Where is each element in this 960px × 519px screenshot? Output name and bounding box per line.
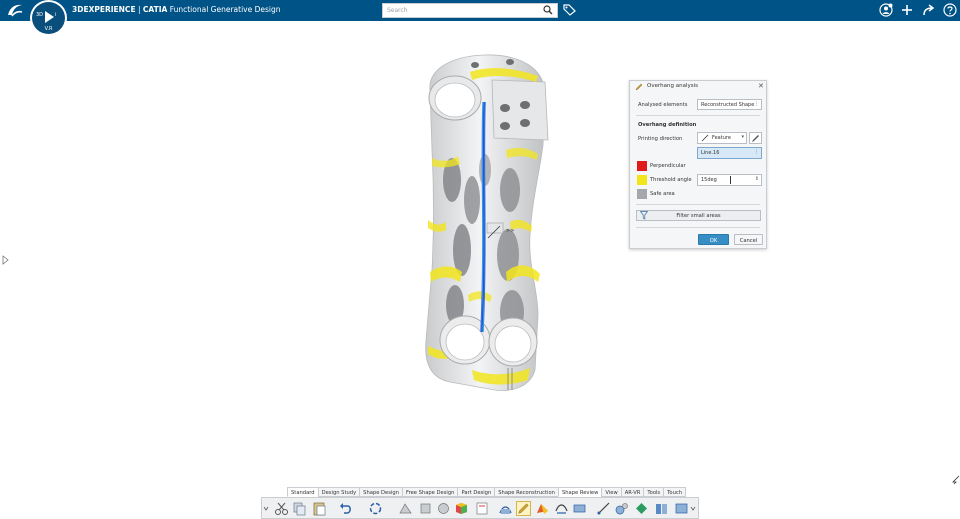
- 3d-model-viewport[interactable]: >>: [410, 50, 560, 395]
- printing-direction-value: Line.16: [701, 150, 720, 156]
- manipulator-handle-label[interactable]: >>: [506, 228, 514, 234]
- search-icon[interactable]: [543, 5, 553, 15]
- overhang-analysis-dialog: Overhang analysis ✕ Analysed elements Re…: [629, 80, 767, 249]
- user-icon[interactable]: [879, 3, 893, 17]
- separator: [636, 204, 760, 205]
- connect-checker-icon[interactable]: [498, 501, 513, 516]
- cursor-icon: [952, 475, 960, 485]
- cancel-button[interactable]: Cancel: [734, 234, 763, 245]
- compass-info-label: i: [55, 12, 57, 18]
- analysed-elements-field[interactable]: Reconstructed Shape ⋮: [697, 99, 762, 110]
- close-icon[interactable]: ✕: [758, 82, 764, 90]
- tab-design-study[interactable]: Design Study: [317, 487, 361, 497]
- analysed-elements-value: Reconstructed Shape: [701, 102, 755, 108]
- more-options-icon[interactable]: ⋮: [754, 149, 759, 155]
- separator: [636, 227, 760, 228]
- search-placeholder: Search: [387, 7, 408, 14]
- measure-icon[interactable]: [596, 501, 611, 516]
- overhang-analysis-tool-icon[interactable]: [516, 501, 531, 516]
- tab-shape-reconstruction[interactable]: Shape Reconstruction: [494, 487, 559, 497]
- more-options-icon[interactable]: ⋮: [754, 101, 759, 107]
- safe-area-label: Safe area: [650, 191, 675, 197]
- printing-direction-field[interactable]: Line.16 ⋮: [697, 147, 762, 159]
- plus-icon[interactable]: [900, 3, 914, 17]
- copy-icon[interactable]: [292, 501, 307, 516]
- product-name: CATIA: [142, 5, 168, 14]
- shape-review-tool-2-icon[interactable]: [418, 501, 433, 516]
- draft-analysis-icon[interactable]: [535, 501, 550, 516]
- ok-button[interactable]: OK: [698, 234, 729, 245]
- text-cursor: [730, 176, 731, 184]
- perpendicular-color-swatch[interactable]: [637, 161, 647, 171]
- curvature-analysis-icon[interactable]: [554, 501, 569, 516]
- tag-icon[interactable]: [563, 4, 576, 16]
- printing-direction-mode: Feature: [712, 135, 731, 141]
- tab-tools[interactable]: Tools: [643, 487, 665, 497]
- threshold-angle-label: Threshold angle: [650, 177, 692, 183]
- tab-part-design[interactable]: Part Design: [457, 487, 496, 497]
- play-icon[interactable]: [45, 11, 54, 23]
- analysed-elements-label: Analysed elements: [638, 102, 688, 108]
- title-separator: |: [135, 5, 143, 14]
- chevron-down-icon[interactable]: [690, 501, 696, 516]
- safe-area-color-swatch[interactable]: [637, 189, 647, 199]
- compass-version: V.R: [44, 26, 53, 32]
- paste-icon[interactable]: [312, 501, 327, 516]
- separator: [636, 115, 760, 116]
- search-input[interactable]: Search: [382, 3, 558, 18]
- tab-shape-design[interactable]: Shape Design: [359, 487, 403, 497]
- filter-icon: [640, 211, 648, 220]
- action-bar-tabs: Standard Design Study Shape Design Free …: [287, 487, 687, 497]
- help-icon[interactable]: [943, 3, 957, 17]
- filter-small-areas-button[interactable]: Filter small areas: [636, 210, 761, 221]
- chevron-down-icon: ▾: [741, 134, 744, 140]
- view-tool-icon[interactable]: [674, 501, 689, 516]
- tab-touch[interactable]: Touch: [663, 487, 687, 497]
- sketch-analysis-icon[interactable]: [634, 501, 649, 516]
- section-icon[interactable]: [654, 501, 669, 516]
- thickness-analysis-icon[interactable]: [572, 501, 587, 516]
- overhang-definition-heading: Overhang definition: [638, 122, 697, 128]
- overhang-analysis-icon: [635, 83, 643, 91]
- action-bar-toolbar: [261, 497, 699, 519]
- pick-direction-button[interactable]: [749, 132, 762, 144]
- spinner-icon[interactable]: ⇕: [755, 176, 759, 182]
- compass-widget[interactable]: 3D i V.R: [30, 0, 67, 36]
- app-title: 3DEXPERIENCE | CATIA Functional Generati…: [72, 5, 281, 14]
- brand-name: 3DEXPERIENCE: [72, 5, 136, 14]
- expand-panel-icon[interactable]: [2, 255, 10, 265]
- tab-shape-review[interactable]: Shape Review: [557, 487, 603, 497]
- tab-view[interactable]: View: [601, 487, 622, 497]
- dialog-header: Overhang analysis ✕: [630, 81, 766, 93]
- threshold-color-swatch[interactable]: [637, 175, 647, 185]
- tab-ar-vr[interactable]: AR-VR: [620, 487, 645, 497]
- dialog-title: Overhang analysis: [647, 83, 698, 89]
- pencil-icon: [752, 135, 759, 142]
- line-icon: [701, 134, 709, 142]
- compass-3d-label: 3D: [36, 12, 44, 18]
- share-icon[interactable]: [921, 3, 935, 17]
- top-bar: 3DEXPERIENCE | CATIA Functional Generati…: [0, 0, 960, 21]
- app-name: Functional Generative Design: [169, 5, 281, 14]
- cut-icon[interactable]: [274, 501, 289, 516]
- threshold-angle-value: 15deg: [701, 177, 717, 183]
- undo-icon[interactable]: [338, 501, 353, 516]
- inertia-icon[interactable]: [614, 501, 629, 516]
- 3ds-logo-icon[interactable]: [6, 3, 24, 18]
- chevron-down-icon[interactable]: [263, 501, 269, 516]
- shape-review-tool-3-icon[interactable]: [436, 501, 451, 516]
- shape-review-tool-1-icon[interactable]: [398, 501, 413, 516]
- update-icon[interactable]: [368, 501, 383, 516]
- tab-standard[interactable]: Standard: [287, 487, 319, 497]
- note-icon[interactable]: [474, 501, 489, 516]
- perpendicular-label: Perpendicular: [650, 163, 686, 169]
- tab-free-shape-design[interactable]: Free Shape Design: [401, 487, 459, 497]
- color-analysis-icon[interactable]: [454, 501, 469, 516]
- printing-direction-label: Printing direction: [638, 136, 683, 142]
